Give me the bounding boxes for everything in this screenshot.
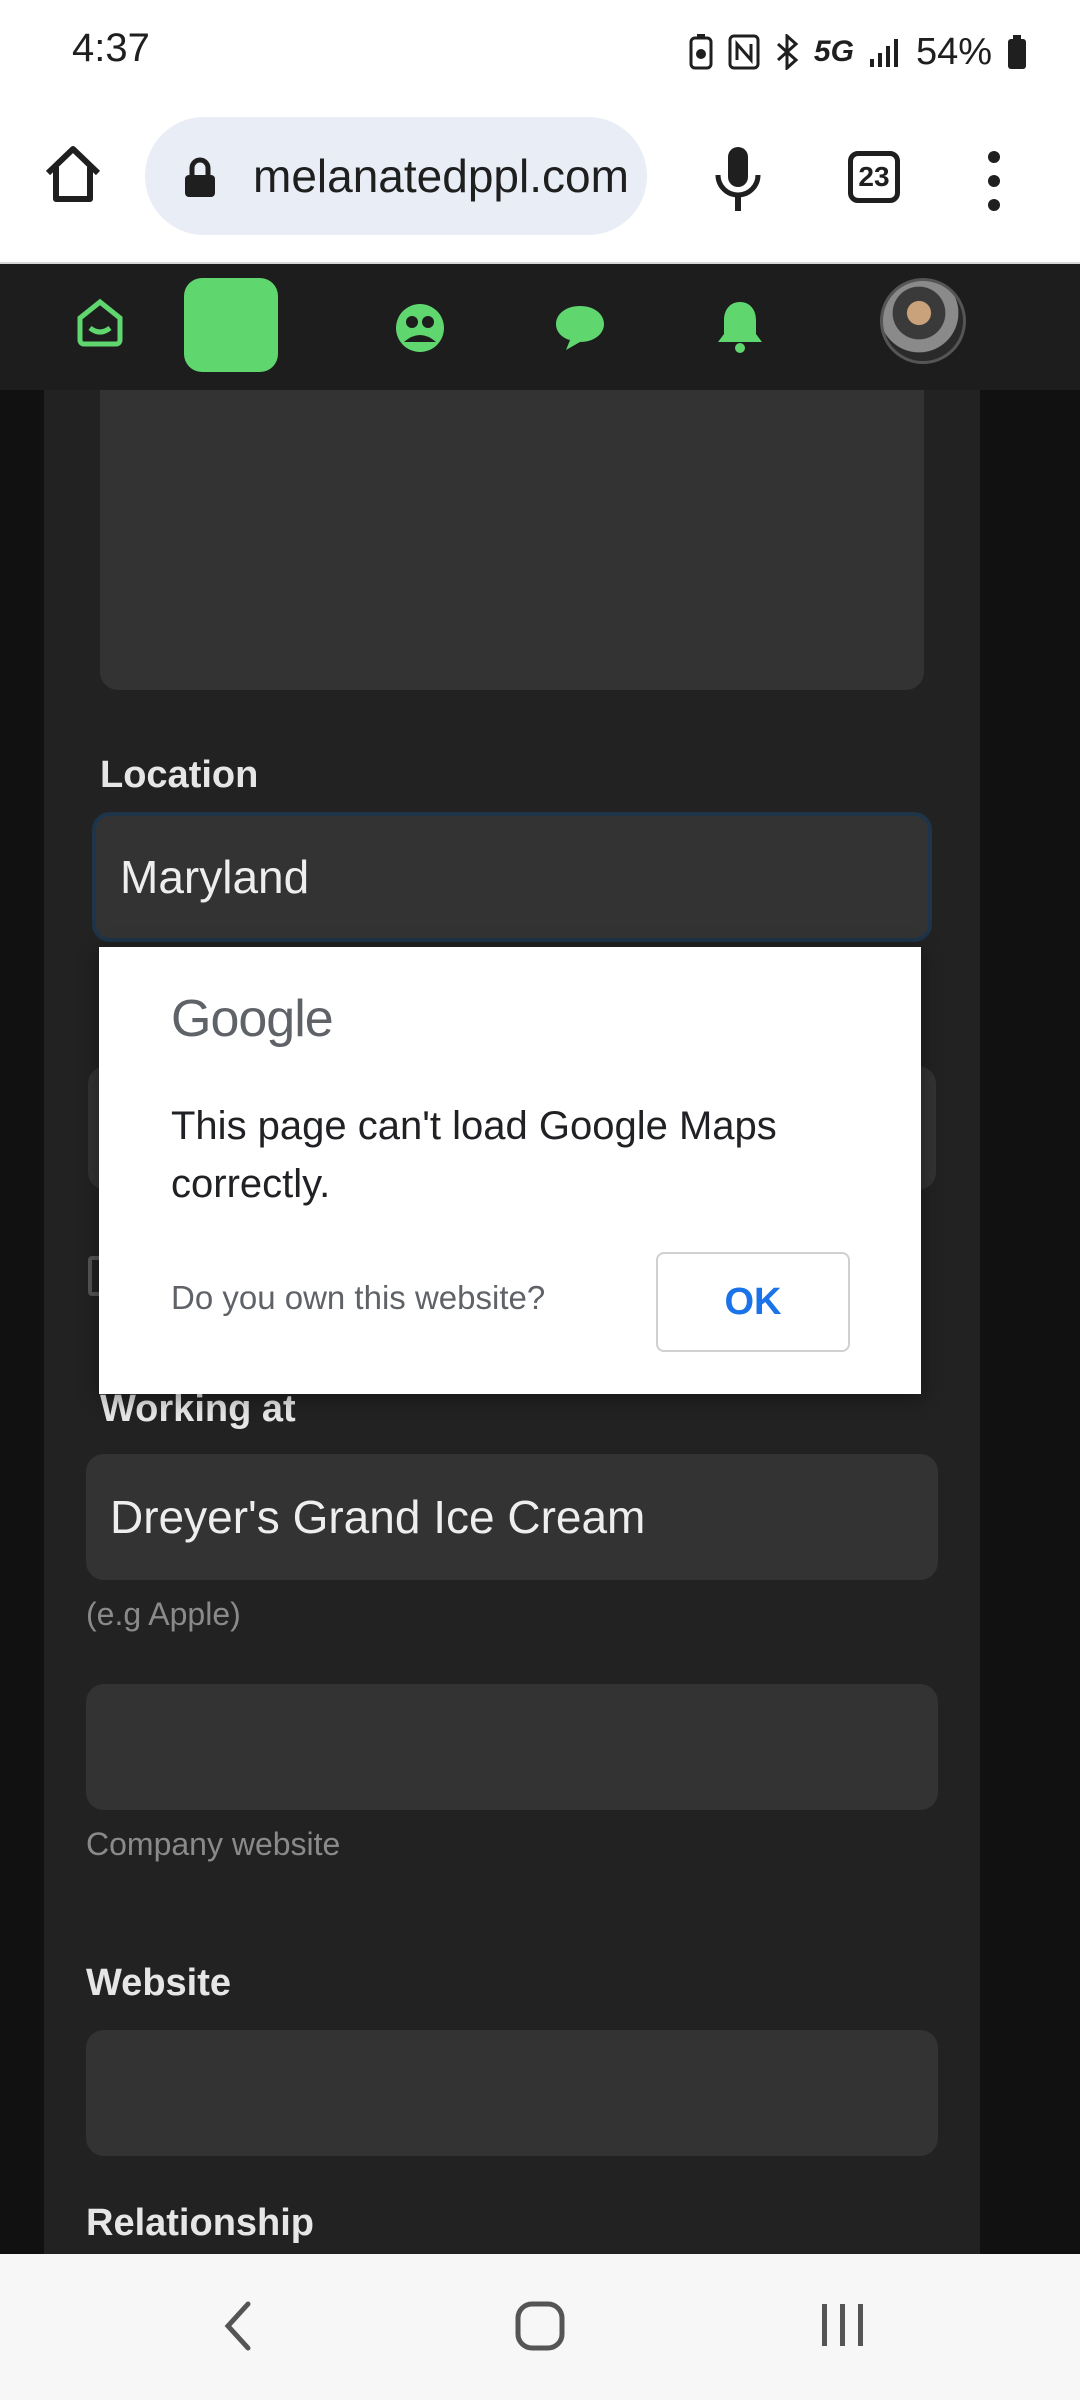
network-type: 5G bbox=[813, 35, 854, 68]
status-icons: 5G 54% bbox=[688, 26, 1028, 78]
battery-icon bbox=[1008, 35, 1026, 69]
address-bar[interactable]: melanatedppl.com bbox=[145, 117, 647, 235]
own-website-link[interactable]: Do you own this website? bbox=[171, 1279, 545, 1317]
url-text: melanatedppl.com bbox=[253, 150, 629, 202]
working-at-input[interactable]: Dreyer's Grand Ice Cream bbox=[86, 1454, 938, 1580]
overflow-menu-icon[interactable] bbox=[986, 151, 1002, 211]
relationship-label: Relationship bbox=[86, 2202, 315, 2244]
microphone-icon[interactable] bbox=[712, 145, 764, 217]
bio-textarea[interactable] bbox=[100, 390, 924, 690]
avatar[interactable] bbox=[880, 278, 966, 364]
working-at-hint: (e.g Apple) bbox=[86, 1596, 241, 1632]
signal-icon bbox=[869, 39, 898, 67]
battery-saver-icon bbox=[689, 34, 713, 70]
tab-switcher-button[interactable]: 23 bbox=[848, 151, 900, 203]
home-button-icon[interactable] bbox=[40, 141, 106, 207]
company-website-input[interactable] bbox=[86, 1684, 938, 1810]
home-icon[interactable] bbox=[74, 296, 126, 348]
company-website-hint: Company website bbox=[86, 1826, 341, 1862]
dialog-message: This page can't load Google Maps correct… bbox=[171, 1104, 777, 1206]
battery-percent: 54% bbox=[915, 30, 992, 73]
status-time: 4:37 bbox=[72, 26, 150, 70]
app-nav-bar bbox=[0, 264, 1080, 390]
google-logo: Google bbox=[171, 990, 334, 1048]
location-label: Location bbox=[100, 754, 259, 796]
website-label: Website bbox=[86, 1962, 232, 2004]
bluetooth-icon bbox=[776, 34, 799, 70]
status-bar: 4:37 5G 54% bbox=[0, 0, 1080, 105]
location-input[interactable]: Maryland bbox=[92, 812, 932, 942]
chat-icon[interactable] bbox=[554, 302, 606, 354]
back-icon[interactable] bbox=[220, 2298, 256, 2354]
website-input[interactable] bbox=[86, 2030, 938, 2156]
recents-icon[interactable] bbox=[818, 2300, 868, 2350]
system-nav-bar bbox=[0, 2254, 1080, 2400]
community-icon[interactable] bbox=[394, 302, 446, 354]
browser-toolbar: melanatedppl.com 23 bbox=[0, 105, 1080, 264]
home-nav-icon[interactable] bbox=[514, 2298, 566, 2354]
nfc-icon bbox=[728, 34, 760, 70]
lock-icon bbox=[185, 157, 215, 197]
bell-icon[interactable] bbox=[716, 298, 764, 354]
working-at-label: Working at bbox=[100, 1388, 296, 1430]
maps-error-dialog: Google This page can't load Google Maps … bbox=[99, 947, 921, 1394]
ok-button[interactable]: OK bbox=[656, 1252, 850, 1352]
nav-active-tab[interactable] bbox=[184, 278, 278, 372]
